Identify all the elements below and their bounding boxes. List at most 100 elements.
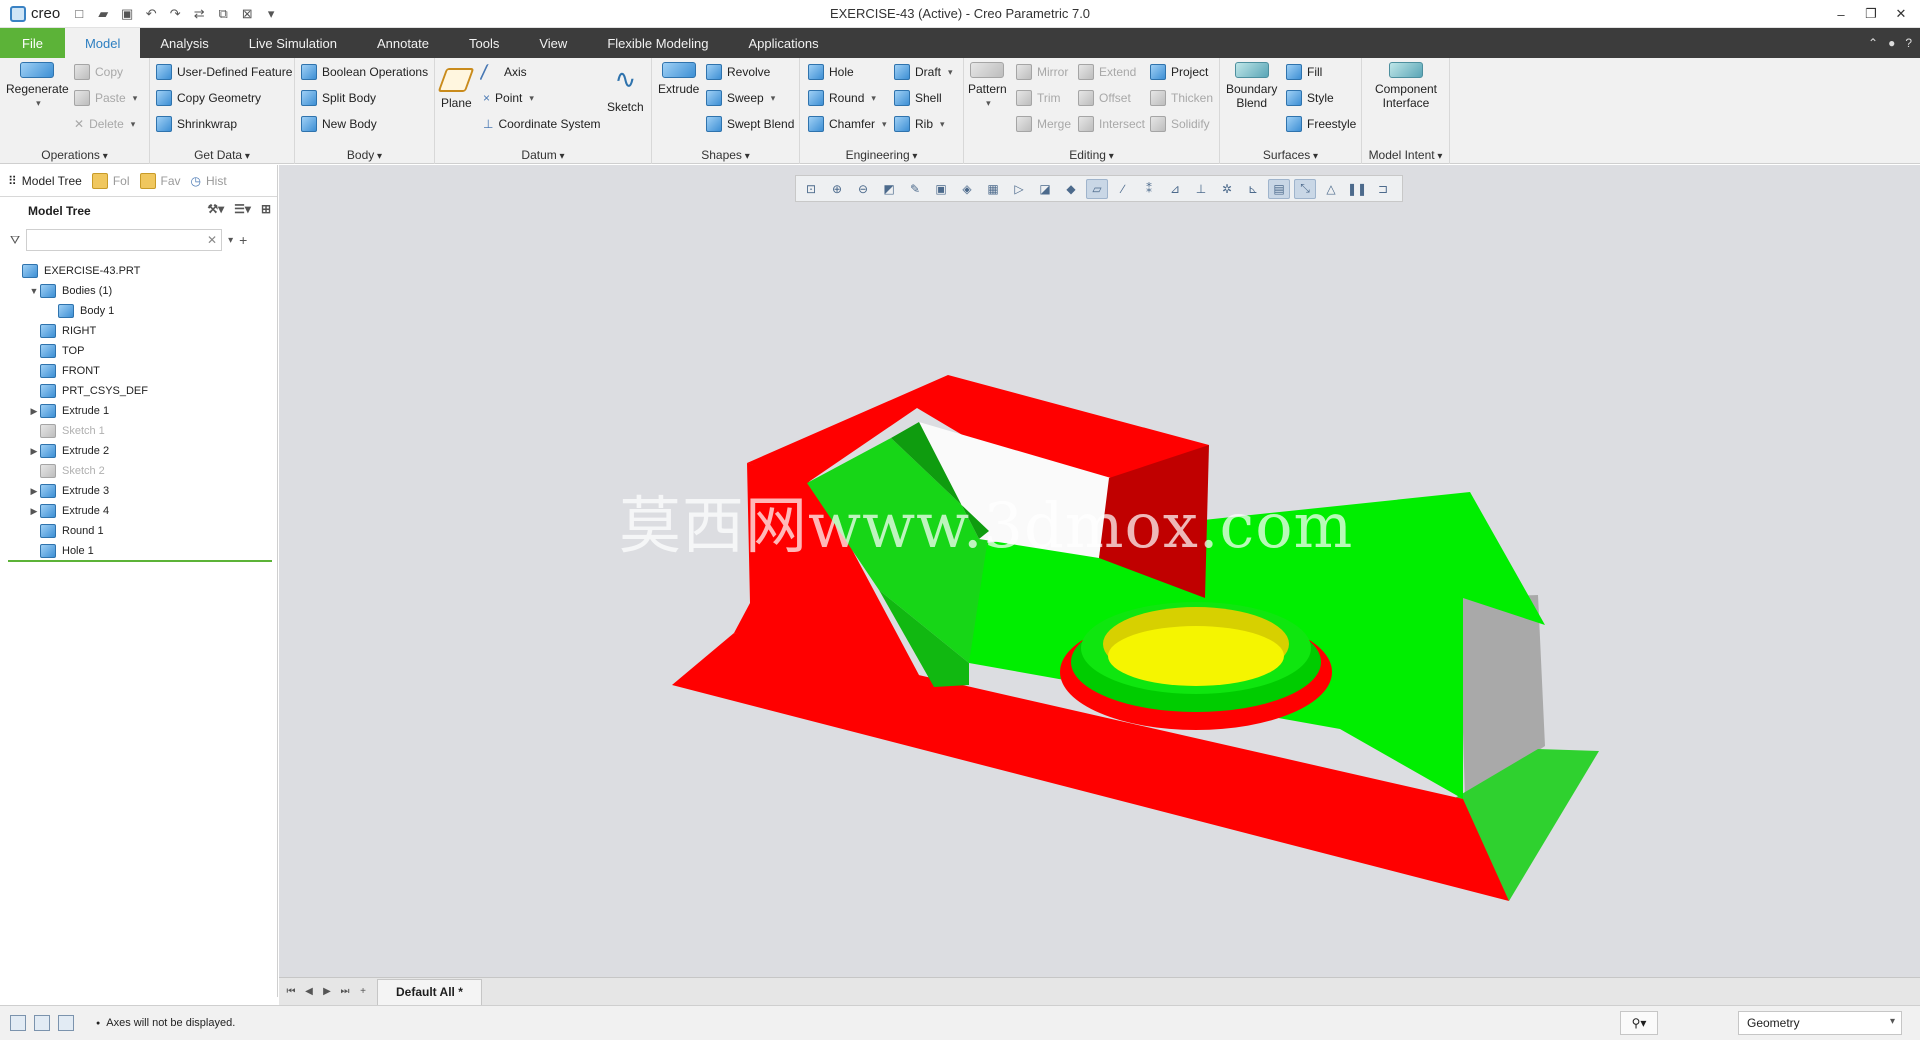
engineering-group-label[interactable]: Engineering: [800, 148, 963, 162]
tree-item[interactable]: Sketch 1: [0, 421, 277, 441]
tab-folder-browser[interactable]: Fol: [91, 172, 130, 189]
tree-item[interactable]: ▶ Extrude 1: [0, 401, 277, 421]
trim-button[interactable]: Trim: [1016, 88, 1061, 108]
save-icon[interactable]: ▣: [116, 3, 138, 25]
editing-group-label[interactable]: Editing: [964, 148, 1219, 162]
coordinate-system-button[interactable]: ⊥ Coordinate System: [483, 114, 601, 134]
show-browser-icon[interactable]: [34, 1015, 50, 1031]
tab-favorites[interactable]: Fav: [139, 172, 181, 189]
swept-blend-button[interactable]: Swept Blend: [706, 114, 794, 134]
tab-flexible-modeling[interactable]: Flexible Modeling: [587, 28, 728, 58]
tree-settings-icon[interactable]: ⚒▾: [207, 202, 224, 216]
tree-item[interactable]: ▼ Bodies (1): [0, 281, 277, 301]
pause-icon[interactable]: ❚❚: [1346, 179, 1368, 199]
style-button[interactable]: Style: [1286, 88, 1334, 108]
tab-file[interactable]: File: [0, 28, 65, 58]
round-button[interactable]: Round ▾: [808, 88, 876, 108]
datum-group-label[interactable]: Datum: [435, 148, 651, 162]
boolean-operations-button[interactable]: Boolean Operations: [301, 62, 428, 82]
tab-view[interactable]: View: [519, 28, 587, 58]
last-view-icon[interactable]: ⏭: [337, 983, 353, 1001]
spin-center-icon[interactable]: ✎: [904, 179, 926, 199]
view-tab-default-all[interactable]: Default All *: [377, 978, 482, 1005]
tree-expander-icon[interactable]: ▶: [28, 406, 40, 417]
model-hole-bottom[interactable]: [1108, 626, 1284, 686]
minimize-icon[interactable]: –: [1826, 0, 1856, 28]
tree-item[interactable]: RIGHT: [0, 321, 277, 341]
thicken-button[interactable]: Thicken: [1150, 88, 1213, 108]
datum-display-filters-icon[interactable]: ⊾: [1242, 179, 1264, 199]
delete-button[interactable]: ✕ Delete ▾: [74, 114, 135, 134]
plane-display-icon[interactable]: ▱: [1086, 178, 1108, 199]
clear-search-icon[interactable]: ✕: [207, 233, 217, 247]
tab-applications[interactable]: Applications: [728, 28, 838, 58]
extrude-button[interactable]: Extrude: [658, 62, 699, 96]
render-icon[interactable]: △: [1320, 179, 1342, 199]
tree-filter-settings-icon[interactable]: ⊞: [261, 202, 271, 216]
insert-here-marker[interactable]: [8, 560, 272, 562]
spin-center-display-icon[interactable]: ✲: [1216, 179, 1238, 199]
appearance-icon[interactable]: ◆: [1060, 179, 1082, 199]
selection-filter-select[interactable]: Geometry: [1738, 1011, 1902, 1035]
boundary-blend-button[interactable]: Boundary Blend: [1226, 62, 1277, 110]
model-intent-group-label[interactable]: Model Intent: [1362, 148, 1449, 162]
user-icon[interactable]: ●: [1888, 36, 1895, 50]
new-file-icon[interactable]: □: [68, 3, 90, 25]
zoom-in-icon[interactable]: ⊕: [826, 179, 848, 199]
get-data-group-label[interactable]: Get Data: [150, 148, 294, 162]
add-view-icon[interactable]: +: [355, 983, 371, 1001]
tree-item[interactable]: TOP: [0, 341, 277, 361]
prev-view-icon[interactable]: ◀: [301, 983, 317, 1001]
regenerate-button[interactable]: Regenerate ▾: [6, 62, 69, 110]
body-group-label[interactable]: Body: [295, 148, 434, 162]
project-button[interactable]: Project: [1150, 62, 1208, 82]
zoom-out-icon[interactable]: ⊖: [852, 179, 874, 199]
tab-model[interactable]: Model: [64, 28, 141, 58]
find-button[interactable]: ⚲▾: [1620, 1011, 1658, 1035]
plane-button[interactable]: Plane: [437, 62, 475, 110]
point-display-icon[interactable]: ⁑: [1138, 179, 1160, 199]
tree-item[interactable]: ▶ Extrude 2: [0, 441, 277, 461]
sketch-button[interactable]: ∿ Sketch: [607, 62, 644, 114]
next-view-icon[interactable]: ▶: [319, 983, 335, 1001]
draft-button[interactable]: Draft ▾: [894, 62, 953, 82]
windows-icon[interactable]: ⧉: [212, 3, 234, 25]
paste-button[interactable]: Paste ▾: [74, 88, 137, 108]
offset-button[interactable]: Offset: [1078, 88, 1131, 108]
tab-model-tree[interactable]: ⠿ Model Tree: [8, 174, 82, 188]
tab-history[interactable]: ◷ Hist: [191, 174, 227, 188]
merge-button[interactable]: Merge: [1016, 114, 1071, 134]
copy-geometry-button[interactable]: Copy Geometry: [156, 88, 261, 108]
undo-icon[interactable]: ↶: [140, 3, 162, 25]
chamfer-button[interactable]: Chamfer ▾: [808, 114, 887, 134]
customize-qat-icon[interactable]: ▾: [260, 3, 282, 25]
axis-button[interactable]: Axis: [479, 62, 527, 82]
axis-display-icon[interactable]: ∕: [1112, 179, 1134, 199]
tree-expander-icon[interactable]: ▶: [28, 446, 40, 457]
tree-item[interactable]: EXERCISE-43.PRT: [0, 261, 277, 281]
point-button[interactable]: × Point ▾: [483, 88, 534, 108]
close-icon[interactable]: ✕: [1886, 0, 1916, 28]
fill-button[interactable]: Fill: [1286, 62, 1322, 82]
tree-display-icon[interactable]: ☰▾: [234, 202, 251, 216]
tree-item[interactable]: ▶ Extrude 4: [0, 501, 277, 521]
tree-item[interactable]: Body 1: [0, 301, 277, 321]
redo-icon[interactable]: ↷: [164, 3, 186, 25]
tree-item[interactable]: Round 1: [0, 521, 277, 541]
sweep-button[interactable]: Sweep ▾: [706, 88, 775, 108]
surfaces-group-label[interactable]: Surfaces: [1220, 148, 1361, 162]
regenerate-qat-icon[interactable]: ⇄: [188, 3, 210, 25]
help-icon[interactable]: ?: [1905, 36, 1912, 50]
refit-icon[interactable]: ⊡: [800, 179, 822, 199]
tree-expander-icon[interactable]: ▼: [28, 286, 40, 296]
add-column-icon[interactable]: +: [239, 232, 247, 248]
intersect-button[interactable]: Intersect: [1078, 114, 1145, 134]
search-options-icon[interactable]: ▾: [228, 235, 233, 246]
copy-button[interactable]: Copy: [74, 62, 123, 82]
tree-item[interactable]: Hole 1: [0, 541, 277, 561]
pattern-button[interactable]: Pattern ▾: [968, 62, 1007, 110]
shrinkwrap-button[interactable]: Shrinkwrap: [156, 114, 237, 134]
operations-group-label[interactable]: Operations: [0, 148, 149, 162]
csys-display-icon[interactable]: ⊿: [1164, 179, 1186, 199]
tree-item[interactable]: FRONT: [0, 361, 277, 381]
